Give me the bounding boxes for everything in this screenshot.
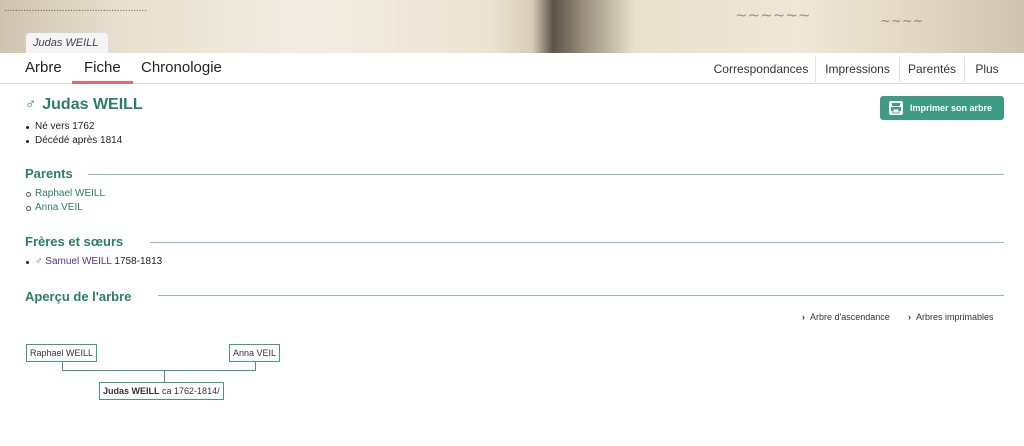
main-navigation: Arbre Fiche Chronologie Correspondances … [0,53,1024,84]
nav-parentes[interactable]: Parentés [900,56,964,82]
ascendance-tree-link[interactable]: › Arbre d'ascendance [802,311,890,323]
person-name-tab[interactable]: Judas WEILL [26,33,109,53]
section-divider [158,295,1004,296]
tree-connector [255,362,256,370]
death-fact: Décédé après 1814 [26,134,122,148]
tree-node-father[interactable]: Raphael WEILL [26,344,98,362]
tree-connector [62,362,63,370]
page-title: ♂ Judas WEILL [25,96,143,114]
nav-impressions[interactable]: Impressions [816,56,899,82]
section-divider [88,174,1004,175]
tree-connector [62,370,256,371]
siblings-heading: Frères et sœurs [25,234,124,249]
list-item: Anna VEIL [26,201,105,215]
printer-icon [889,101,903,115]
parents-list: Raphael WEILL Anna VEIL [26,187,105,215]
banner-script-2: ~~~~ [880,14,924,29]
person-facts: Né vers 1762 Décédé après 1814 [26,120,122,148]
banner-script-1: ~~~~~~ [735,6,811,24]
male-icon: ♂ [35,256,43,267]
parent-link-mother[interactable]: Anna VEIL [35,202,83,213]
birth-fact: Né vers 1762 [26,120,122,134]
person-sheet: ♂ Judas WEILL Né vers 1762 Décédé après 1… [0,84,1024,446]
tree-connector [164,370,165,382]
list-item: Raphael WEILL [26,187,105,201]
parents-heading: Parents [25,166,73,181]
list-item: ♂ Samuel WEILL 1758-1813 [26,255,162,269]
tab-arbre[interactable]: Arbre [25,53,62,84]
print-tree-button[interactable]: Imprimer son arbre [880,96,1004,120]
sibling-dates: 1758-1813 [114,256,163,267]
subject-dates: ca 1762-1814/ [162,386,220,396]
print-tree-label: Imprimer son arbre [910,103,993,113]
nav-plus[interactable]: Plus [965,56,1009,82]
banner-texture: ........................................… [4,2,147,14]
siblings-list: ♂ Samuel WEILL 1758-1813 [26,255,162,269]
header-banner: ........................................… [0,0,1024,53]
tab-fiche[interactable]: Fiche [72,53,133,84]
chevron-right-icon: › [908,312,911,322]
nav-correspondances[interactable]: Correspondances [709,56,813,82]
male-icon: ♂ [25,96,37,113]
tree-preview-heading: Aperçu de l'arbre [25,289,132,304]
tab-chronologie[interactable]: Chronologie [141,53,222,84]
printable-trees-link[interactable]: › Arbres imprimables [908,311,994,323]
subject-name: Judas WEILL [103,386,160,396]
tree-node-mother[interactable]: Anna VEIL [229,344,281,362]
sibling-link[interactable]: Samuel WEILL [45,256,111,267]
chevron-right-icon: › [802,312,805,322]
tree-node-subject[interactable]: Judas WEILL ca 1762-1814/ [99,382,224,400]
parent-link-father[interactable]: Raphael WEILL [35,188,105,199]
section-divider [150,242,1004,243]
person-name: Judas WEILL [42,96,143,113]
